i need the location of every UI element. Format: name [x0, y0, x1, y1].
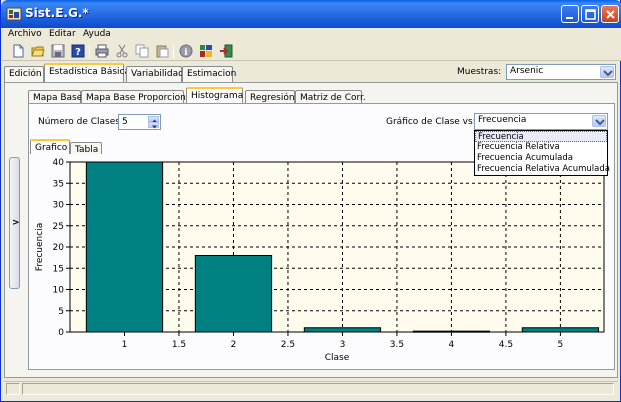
- chevron-down-icon: [152, 125, 157, 129]
- x-axis-label: Clase: [325, 353, 350, 363]
- maximize-icon: [585, 9, 596, 20]
- num-clases-label: Número de Clases:: [38, 117, 123, 127]
- info-icon[interactable]: i: [179, 44, 193, 58]
- histogram-bar: [521, 327, 600, 333]
- x-tick-label: 5: [558, 340, 564, 350]
- status-bar: [4, 381, 618, 395]
- paste-icon[interactable]: [155, 44, 169, 58]
- x-tick-label: 3: [340, 340, 346, 350]
- histogram-chart: 0 5 10 15 20 25 30 35 40 1 1.5 2 2.5 3 3.5 4 4.5 5 Clase Fr…: [30, 154, 611, 367]
- help-icon[interactable]: ?: [71, 44, 85, 58]
- chevron-down-icon: [603, 70, 613, 77]
- option-frecuencia-relativa-acumulada[interactable]: Frecuencia Relativa Acumulada: [475, 164, 610, 175]
- muestras-label: Muestras:: [457, 67, 502, 77]
- y-tick-label: 30: [53, 201, 65, 211]
- minimize-icon: [566, 17, 573, 19]
- x-tick-label: 4: [449, 340, 455, 350]
- x-tick-label: 1.5: [172, 340, 186, 350]
- muestras-select[interactable]: Arsenic: [506, 64, 616, 80]
- y-tick-label: 20: [53, 243, 65, 253]
- y-tick-label: 0: [58, 328, 64, 338]
- x-tick-label: 4.5: [499, 340, 513, 350]
- chart-svg: 0 5 10 15 20 25 30 35 40 1 1.5 2 2.5 3 3.5 4 4.5 5 Clase Fr…: [35, 158, 605, 363]
- option-frecuencia-acumulada[interactable]: Frecuencia Acumulada: [475, 153, 607, 164]
- grafico-vs-label: Gráfico de Clase vs:: [386, 117, 476, 127]
- expand-arrow-icon: >: [12, 218, 20, 228]
- y-tick-label: 10: [53, 286, 65, 296]
- spinner-down-button[interactable]: [148, 122, 159, 129]
- window-title: Sist.E.G.*: [25, 6, 89, 20]
- chevron-down-icon: [595, 119, 605, 126]
- y-tick-label: 35: [53, 179, 64, 189]
- menu-archivo[interactable]: Archivo: [8, 29, 42, 39]
- toolbar: ? i: [2, 42, 621, 61]
- side-panel-toggle[interactable]: >: [9, 157, 20, 289]
- new-file-icon[interactable]: [11, 44, 25, 58]
- status-cell: [6, 383, 20, 395]
- x-tick-label: 3.5: [390, 340, 404, 350]
- app-window: Sist.E.G.* Archivo Editar Ayuda ? i Edic: [0, 0, 621, 402]
- grafico-vs-selected-value: Frecuencia: [478, 115, 527, 125]
- y-tick-label: 15: [53, 264, 64, 274]
- tab-edicion[interactable]: Edición: [4, 66, 44, 82]
- y-tick-label: 25: [53, 222, 64, 232]
- open-folder-icon[interactable]: [31, 44, 45, 58]
- copy-icon[interactable]: [135, 44, 149, 58]
- num-clases-spinner[interactable]: 5: [118, 114, 161, 130]
- tab-estadistica-basica[interactable]: Estadística Básica: [44, 63, 130, 83]
- svg-text:?: ?: [75, 47, 81, 58]
- x-tick-label: 2.5: [281, 340, 295, 350]
- menu-ayuda[interactable]: Ayuda: [83, 29, 111, 39]
- toolbar-separator: [89, 45, 90, 58]
- status-cell: [22, 383, 614, 395]
- cut-icon[interactable]: [115, 44, 129, 58]
- grafico-vs-options-list: Frecuencia Frecuencia Relativa Frecuenci…: [474, 130, 610, 176]
- x-tick-label: 2: [231, 340, 237, 350]
- tab-estimacion[interactable]: Estimacion: [182, 66, 236, 82]
- y-tick-label: 5: [58, 307, 64, 317]
- print-icon[interactable]: [95, 44, 109, 58]
- close-icon: [606, 10, 615, 19]
- minimize-button[interactable]: [561, 5, 579, 23]
- histogram-bar: [194, 255, 273, 333]
- y-tick-label: 40: [53, 158, 65, 168]
- histogram-bar: [85, 161, 164, 333]
- app-logo-icon: [6, 7, 22, 21]
- histogram-bar: [303, 327, 382, 333]
- menu-editar[interactable]: Editar: [49, 29, 76, 39]
- close-button[interactable]: [601, 5, 619, 23]
- grafico-vs-dropdown-button[interactable]: [592, 115, 606, 127]
- grafico-vs-select[interactable]: Frecuencia: [474, 113, 608, 130]
- menu-bar: Archivo Editar Ayuda: [2, 28, 621, 42]
- title-bar[interactable]: Sist.E.G.*: [1, 0, 621, 28]
- option-frecuencia[interactable]: Frecuencia: [475, 131, 607, 142]
- svg-text:i: i: [184, 48, 188, 58]
- muestras-selected-value: Arsenic: [510, 66, 544, 76]
- num-clases-value: 5: [122, 117, 128, 127]
- y-axis-label: Frecuencia: [35, 223, 45, 271]
- exit-icon[interactable]: [219, 44, 233, 58]
- option-frecuencia-relativa[interactable]: Frecuencia Relativa: [475, 142, 607, 153]
- x-tick-label: 1: [122, 340, 128, 350]
- tab-variabilidad[interactable]: Variabilidad: [126, 66, 184, 82]
- maximize-button[interactable]: [581, 5, 599, 23]
- toolbar-separator: [173, 45, 174, 58]
- muestras-dropdown-button[interactable]: [600, 66, 614, 78]
- save-icon[interactable]: [51, 44, 65, 58]
- grid-icon[interactable]: [199, 44, 213, 58]
